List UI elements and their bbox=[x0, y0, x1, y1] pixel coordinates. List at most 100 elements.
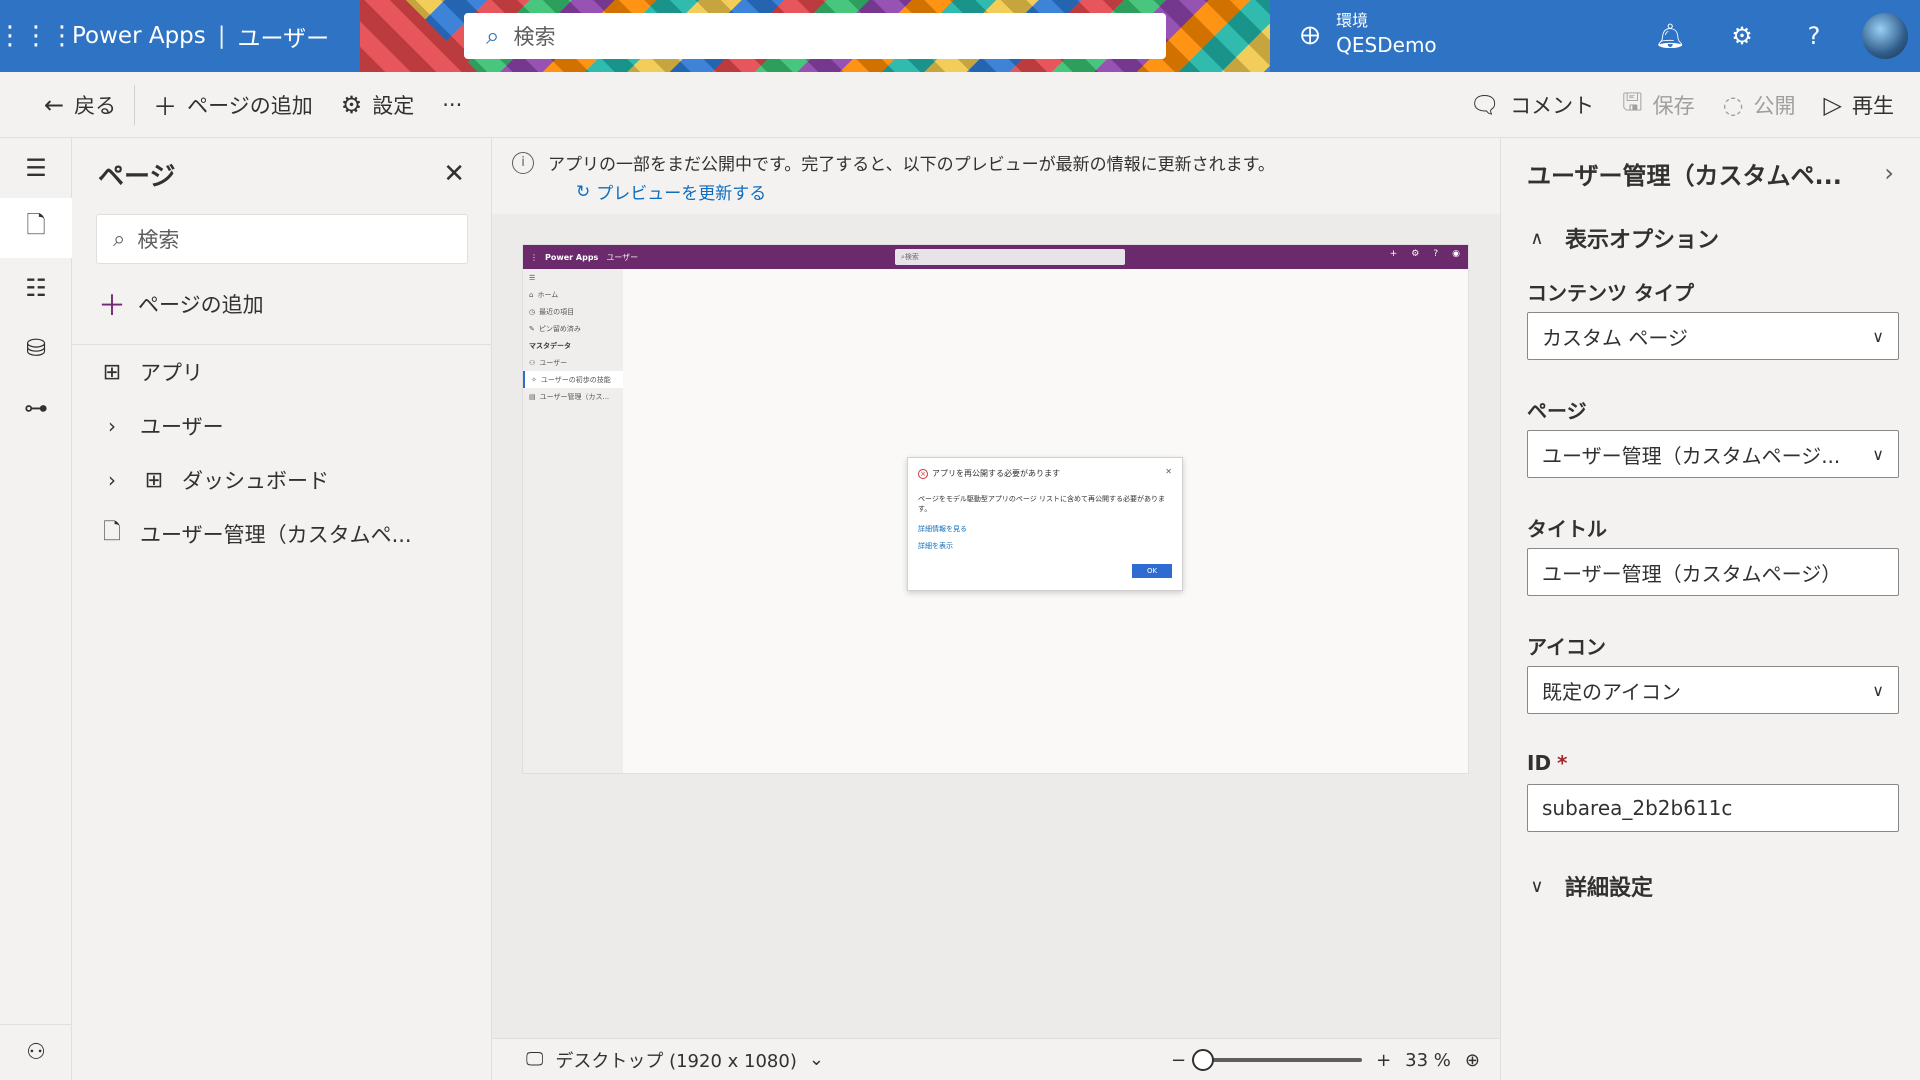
publishing-notice: i アプリの一部をまだ公開中です。完了すると、以下のプレビューが最新の情報に更新… bbox=[492, 138, 1500, 214]
gear-icon[interactable]: ⚙ bbox=[1706, 0, 1778, 72]
back-button[interactable]: ← 戻る bbox=[0, 72, 130, 138]
chevron-down-icon: ∨ bbox=[1872, 444, 1884, 464]
page-icon: 🗋 bbox=[103, 520, 121, 545]
refresh-preview-label: プレビューを更新する bbox=[596, 184, 767, 204]
icon-value: 既定のアイコン bbox=[1542, 679, 1681, 704]
chevron-up-icon: ∧ bbox=[1530, 227, 1544, 249]
content-type-label: コンテンツ タイプ bbox=[1527, 280, 1694, 305]
save-button[interactable]: 🖫︎ 保存 bbox=[1608, 72, 1708, 138]
data-icon[interactable]: ⛁ bbox=[0, 318, 72, 378]
more-button[interactable]: ··· bbox=[428, 72, 476, 138]
automation-icon[interactable]: ⊶ bbox=[0, 378, 72, 438]
comment-label: コメント bbox=[1510, 94, 1595, 118]
dialog-ok-button: OK bbox=[1132, 564, 1172, 578]
app-context: ユーザー bbox=[237, 26, 330, 52]
copilot-icon[interactable]: ⚇ bbox=[0, 1024, 72, 1080]
comment-button[interactable]: 🗨︎ コメント bbox=[1456, 72, 1608, 138]
bell-icon[interactable]: 🔔︎ bbox=[1634, 0, 1706, 72]
id-label: ID * bbox=[1527, 750, 1894, 776]
back-label: 戻る bbox=[74, 93, 117, 118]
preview-nav-label: ユーザー bbox=[539, 358, 568, 367]
chevron-down-icon: ∨ bbox=[1530, 875, 1544, 897]
app-brand: Power Apps | ユーザー bbox=[72, 0, 349, 72]
device-selector[interactable]: 🖵︎ デスクトップ (1920 x 1080) ⌄ bbox=[492, 1047, 824, 1073]
zoom-slider[interactable] bbox=[1192, 1049, 1363, 1071]
help-icon[interactable]: ? bbox=[1778, 0, 1850, 72]
chevron-right-icon[interactable]: › bbox=[98, 468, 126, 492]
zoom-level: 33 % bbox=[1405, 1049, 1451, 1071]
more-icon: ··· bbox=[442, 92, 463, 117]
zoom-in-button[interactable]: + bbox=[1376, 1050, 1391, 1071]
app-name[interactable]: Power Apps bbox=[72, 23, 206, 49]
app-launcher-icon[interactable]: ⋮⋮⋮ bbox=[0, 0, 75, 72]
tree-item-users[interactable]: › ユーザー bbox=[72, 399, 491, 453]
pages-search-input[interactable]: ⌕ 検索 bbox=[96, 214, 468, 264]
pages-add-page-button[interactable]: ＋ ページの追加 bbox=[72, 264, 491, 344]
preview-search: ⌕ 検索 bbox=[895, 249, 1125, 265]
preview-app-name: Power Apps bbox=[545, 252, 599, 262]
chevron-right-icon[interactable]: › bbox=[1884, 159, 1894, 187]
chevron-down-icon: ⌄ bbox=[808, 1049, 824, 1070]
tree-item-app[interactable]: ⊞ アプリ bbox=[72, 345, 491, 399]
pages-tree: ⊞ アプリ › ユーザー › ⊞ ダッシュボード 🗋 ユーザー管理（カスタムペ.… bbox=[72, 344, 491, 561]
zoom-out-button[interactable]: − bbox=[1171, 1050, 1186, 1071]
refresh-preview-link[interactable]: ↻ プレビューを更新する bbox=[576, 179, 1500, 205]
play-button[interactable]: ▷ 再生 bbox=[1810, 72, 1908, 138]
icon-label: アイコン bbox=[1527, 634, 1606, 659]
dialog-title: アプリを再公開する必要があります bbox=[932, 469, 1060, 478]
page-icon: ▤ bbox=[529, 392, 536, 401]
close-icon[interactable]: ✕ bbox=[443, 159, 465, 189]
dialog-link-learn-more: 詳細情報を見る bbox=[918, 525, 967, 533]
publish-button[interactable]: ◌ 公開 bbox=[1709, 72, 1810, 138]
content-type-dropdown[interactable]: カスタム ページ ∨ bbox=[1527, 312, 1899, 360]
preview-nav-label: ホーム bbox=[537, 290, 559, 299]
app-layout-icon: ⊞ bbox=[102, 359, 122, 385]
global-search-input[interactable]: ⌕ 検索 bbox=[464, 13, 1166, 59]
app-preview: ⋮ Power Apps ユーザー ⌕ 検索 + ⚙ ? ◉ ☰ ⌂ ホーム ◷ 最… bbox=[522, 244, 1469, 774]
publish-label: 公開 bbox=[1753, 94, 1796, 118]
id-input[interactable]: subarea_2b2b611c bbox=[1527, 784, 1899, 832]
display-options-section[interactable]: ∧ 表示オプション bbox=[1527, 210, 1894, 266]
id-label-text: ID bbox=[1527, 751, 1552, 775]
pages-nav-icon[interactable]: 🗋 bbox=[0, 198, 72, 258]
user-icon: ⚇ bbox=[529, 358, 536, 367]
advanced-settings-label: 詳細設定 bbox=[1565, 876, 1654, 901]
add-page-button[interactable]: ＋ ページの追加 bbox=[139, 72, 327, 138]
search-icon: ⌕ bbox=[486, 22, 500, 50]
preview-nav-item: ▤ ユーザー管理（カス... bbox=[523, 388, 623, 405]
preview-nav-item: ⚇ ユーザー bbox=[523, 354, 623, 371]
advanced-settings-section[interactable]: ∨ 詳細設定 bbox=[1527, 858, 1894, 914]
title-input[interactable]: ユーザー管理（カスタムページ） bbox=[1527, 548, 1899, 596]
preview-nav-item: ◷ 最近の項目 bbox=[523, 303, 623, 320]
avatar[interactable] bbox=[1862, 13, 1908, 59]
gear-icon: ⚙ bbox=[340, 90, 363, 119]
chevron-right-icon[interactable]: › bbox=[98, 414, 126, 438]
preview-waffle-icon: ⋮ bbox=[530, 252, 538, 262]
fit-to-screen-icon[interactable]: ⊕ bbox=[1465, 1050, 1480, 1071]
dialog-body: ページをモデル駆動型アプリのページ リストに含めて再公開する必要があります。 bbox=[918, 495, 1165, 513]
preview-nav-group: マスタデータ bbox=[523, 337, 623, 354]
refresh-icon: ↻ bbox=[576, 181, 591, 202]
gear-icon: ⚙ bbox=[1411, 249, 1420, 259]
tree-item-custom-page[interactable]: 🗋 ユーザー管理（カスタムペ... bbox=[72, 507, 491, 561]
canvas-footer: 🖵︎ デスクトップ (1920 x 1080) ⌄ − + 33 % ⊕ bbox=[492, 1038, 1500, 1080]
arrow-left-icon: ← bbox=[44, 90, 65, 119]
global-search-placeholder: 検索 bbox=[513, 25, 556, 49]
command-separator bbox=[134, 84, 136, 125]
settings-button[interactable]: ⚙ 設定 bbox=[327, 72, 429, 138]
tree-item-dashboard[interactable]: › ⊞ ダッシュボード bbox=[72, 453, 491, 507]
id-value: subarea_2b2b611c bbox=[1542, 796, 1733, 820]
hamburger-icon[interactable]: ☰ bbox=[0, 138, 72, 198]
info-icon: i bbox=[512, 151, 534, 174]
page-value: ユーザー管理（カスタムページ... bbox=[1542, 443, 1841, 468]
page-dropdown[interactable]: ユーザー管理（カスタムページ... ∨ bbox=[1527, 430, 1899, 478]
play-icon: ▷ bbox=[1823, 91, 1842, 119]
icon-dropdown[interactable]: 既定のアイコン ∨ bbox=[1527, 666, 1899, 714]
comment-icon: 🗨︎ bbox=[1469, 91, 1501, 119]
environment-picker[interactable]: 🜨 環境 QESDemo bbox=[1300, 8, 1437, 58]
chevron-down-icon: ∨ bbox=[1872, 680, 1884, 700]
command-bar: ← 戻る ＋ ページの追加 ⚙ 設定 ··· 🗨︎ コメント 🖫︎ 保存 ◌ 公… bbox=[0, 72, 1920, 138]
tree-view-icon[interactable]: ☷ bbox=[0, 258, 72, 318]
zoom-slider-handle[interactable] bbox=[1192, 1049, 1215, 1071]
left-rail: ☰ 🗋 ☷ ⛁ ⊶ ⚇ bbox=[0, 138, 72, 1080]
